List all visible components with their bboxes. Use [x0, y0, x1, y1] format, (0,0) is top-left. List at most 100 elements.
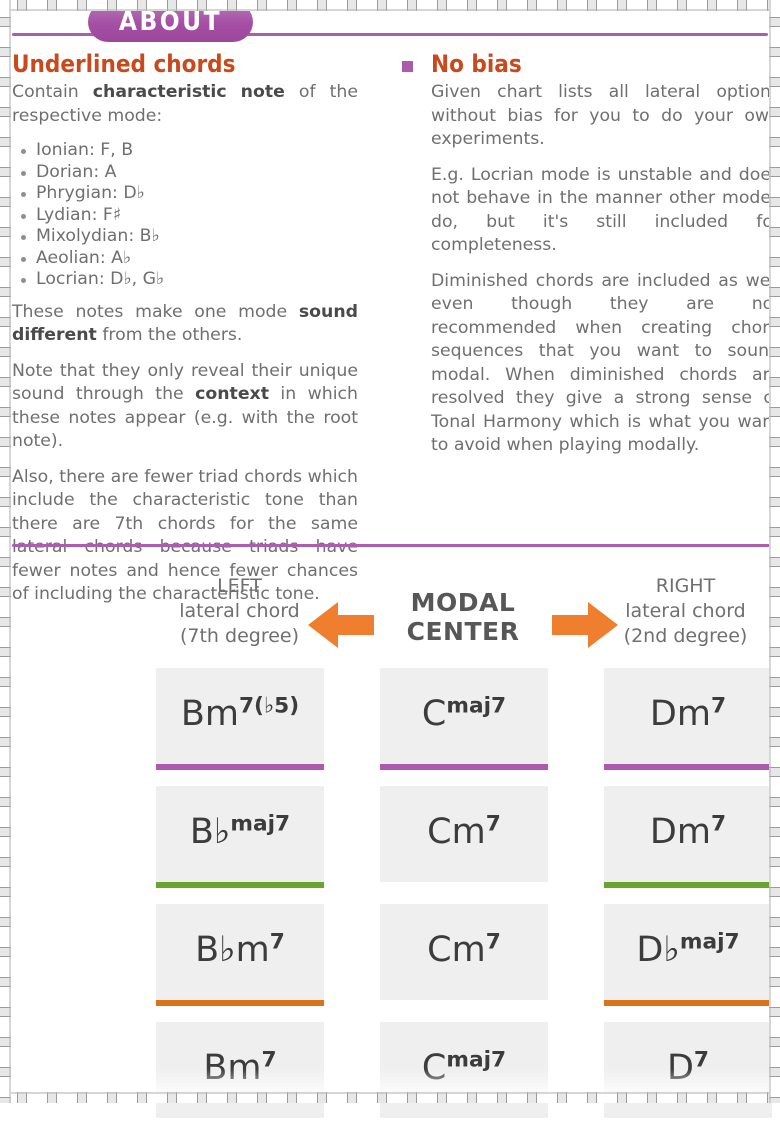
- mode-characteristic-note-list: Ionian: F, B Dorian: A Phrygian: D♭ Lydi…: [12, 140, 358, 291]
- center-label-line1: MODAL: [410, 588, 516, 617]
- p2-text-b: from the others.: [96, 325, 243, 345]
- chord-root: D♭: [636, 930, 680, 970]
- p3-bold-context: context: [195, 384, 269, 404]
- list-item: Mixolydian: B♭: [21, 226, 358, 248]
- intro-space: [227, 82, 241, 102]
- list-item: Ionian: F, B: [21, 140, 358, 162]
- paragraph-locrian: E.g. Locrian mode is unstable and does n…: [431, 164, 780, 256]
- chord-label: B♭m7: [195, 929, 285, 970]
- paragraph-sound-different: These notes make one mode sound differen…: [12, 301, 358, 348]
- paragraph-no-bias-intro: Given chart lists all lateral options wi…: [431, 82, 780, 149]
- chord-root: Cm: [427, 930, 486, 970]
- chord-card[interactable]: Bm7: [156, 1022, 324, 1118]
- paragraph-context: Note that they only reveal their unique …: [12, 360, 358, 454]
- chord-row: B♭m7 Cm7 D♭maj7: [0, 904, 780, 1022]
- chord-card[interactable]: Dm7: [604, 668, 772, 770]
- list-item: Locrian: D♭, G♭: [21, 269, 358, 291]
- right-label-line1: RIGHT: [655, 575, 716, 597]
- left-label-line1: LEFT: [217, 575, 262, 597]
- center-label-line2: CENTER: [406, 617, 520, 646]
- chord-extension: maj7: [446, 1047, 507, 1073]
- chord-underline: [156, 882, 324, 888]
- chord-card[interactable]: Cm7: [380, 786, 548, 882]
- left-lateral-chord-label: LEFT lateral chord (7th degree): [152, 574, 327, 649]
- list-item: Aeolian: A♭: [21, 248, 358, 270]
- chord-extension: maj7: [679, 929, 740, 955]
- modal-chart: LEFT lateral chord (7th degree) MODAL CE…: [0, 556, 780, 1118]
- chord-row: Bm7 Cmaj7 D7: [0, 1022, 780, 1140]
- chord-underline: [380, 764, 548, 770]
- about-text-columns: Underlined chords Contain characteristic…: [0, 50, 780, 604]
- intro-text-a: Contain: [12, 82, 93, 102]
- chord-row: Bm7(♭5) Cmaj7 Dm7: [0, 668, 780, 786]
- chord-label: Cmaj7: [421, 693, 507, 734]
- chord-extension: 7: [710, 693, 727, 719]
- chord-label: Dm7: [649, 693, 727, 734]
- chord-underline: [604, 1000, 772, 1006]
- chord-root: C: [421, 1048, 447, 1088]
- chord-underline: [156, 1000, 324, 1006]
- chord-label: Dm7: [650, 811, 727, 850]
- intro-bold-note: note: [240, 82, 285, 102]
- column-no-bias: No bias Given chart lists all lateral op…: [398, 50, 780, 470]
- chord-card[interactable]: Cmaj7: [380, 1022, 548, 1118]
- right-lateral-chord-label: RIGHT lateral chord (2nd degree): [598, 574, 773, 649]
- arrow-left-icon: [308, 602, 374, 648]
- chord-root: B♭m: [195, 930, 270, 970]
- chord-grid: Bm7(♭5) Cmaj7 Dm7 B♭maj7 Cm7 Dm7 B♭m7 Cm7 D♭maj7…: [0, 668, 780, 1140]
- chord-extension: 7(♭5): [238, 693, 300, 719]
- chord-row: B♭maj7 Cm7 Dm7: [0, 786, 780, 904]
- about-pill-label: ABOUT: [88, 2, 253, 42]
- chord-label: D7: [666, 1047, 710, 1088]
- chord-label: Cmaj7: [421, 1047, 507, 1088]
- chord-extension: 7: [485, 929, 501, 955]
- chord-root: C: [421, 694, 447, 734]
- section-divider-rule: [12, 544, 772, 547]
- list-item: Phrygian: D♭: [21, 183, 358, 205]
- chord-card[interactable]: D7: [604, 1022, 772, 1118]
- chord-label: Bm7(♭5): [180, 693, 300, 734]
- chart-header: LEFT lateral chord (7th degree) MODAL CE…: [0, 574, 780, 662]
- right-label-line3: (2nd degree): [623, 625, 748, 647]
- chord-underline: [156, 764, 324, 770]
- chord-extension: 7: [269, 929, 285, 955]
- column-underlined-chords: Underlined chords Contain characteristic…: [12, 50, 358, 619]
- modal-center-label: MODAL CENTER: [378, 588, 548, 646]
- about-banner: ABOUT: [0, 0, 780, 46]
- chord-root: Bm: [203, 1048, 262, 1088]
- chord-card[interactable]: Cmaj7: [380, 668, 548, 770]
- intro-bold-characteristic: characteristic: [92, 82, 227, 102]
- chord-card[interactable]: Cm7: [380, 904, 548, 1000]
- chord-root: B♭: [189, 812, 231, 852]
- chord-root: Dm: [649, 694, 711, 734]
- chord-root: D: [666, 1048, 694, 1088]
- chord-label: Bm7: [203, 1047, 277, 1088]
- left-label-line3: (7th degree): [179, 625, 300, 647]
- no-bias-heading: No bias: [431, 50, 522, 78]
- chord-underline: [604, 764, 772, 770]
- chord-label: D♭maj7: [636, 929, 740, 970]
- chord-root: Cm: [427, 812, 486, 852]
- chord-card[interactable]: Dm7: [604, 786, 772, 888]
- chord-card[interactable]: Bm7(♭5): [156, 668, 324, 770]
- chord-card[interactable]: B♭maj7: [156, 786, 324, 888]
- paragraph-diminished: Diminished chords are included as well e…: [431, 270, 780, 456]
- right-label-line2: lateral chord: [625, 600, 746, 622]
- chord-extension: maj7: [446, 693, 507, 719]
- chord-extension: 7: [485, 811, 501, 837]
- chord-card[interactable]: B♭m7: [156, 904, 324, 1006]
- chord-extension: 7: [710, 811, 727, 837]
- chord-label: Cm7: [427, 929, 501, 970]
- chord-extension: maj7: [230, 811, 291, 837]
- chord-label: Cm7: [427, 811, 501, 852]
- chord-extension: 7: [261, 1047, 277, 1073]
- chord-card[interactable]: D♭maj7: [604, 904, 772, 1006]
- list-item: Lydian: F♯: [21, 205, 358, 227]
- left-label-line2: lateral chord: [179, 600, 300, 622]
- chord-extension: 7: [693, 1047, 710, 1073]
- underlined-chords-intro: Contain characteristic note of the respe…: [12, 81, 358, 128]
- chord-root: Bm: [180, 694, 239, 734]
- p2-text-a: These notes make one mode: [12, 301, 299, 322]
- chord-label: B♭maj7: [189, 811, 291, 852]
- chord-underline: [604, 882, 772, 888]
